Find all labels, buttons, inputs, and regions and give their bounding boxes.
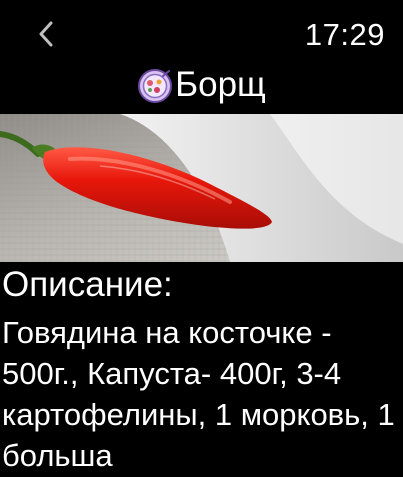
recipe-title: Борщ bbox=[175, 65, 266, 104]
description-heading: Описание: bbox=[2, 265, 173, 304]
clock-time: 17:29 bbox=[304, 17, 385, 52]
recipe-photo bbox=[0, 114, 403, 262]
back-button[interactable] bbox=[30, 14, 62, 54]
soup-bowl-icon bbox=[138, 69, 173, 103]
chevron-left-icon bbox=[39, 21, 53, 47]
description-text: Говядина на косточке - 500г., Капуста- 4… bbox=[2, 315, 395, 473]
recipe-header: Борщ bbox=[0, 63, 403, 107]
